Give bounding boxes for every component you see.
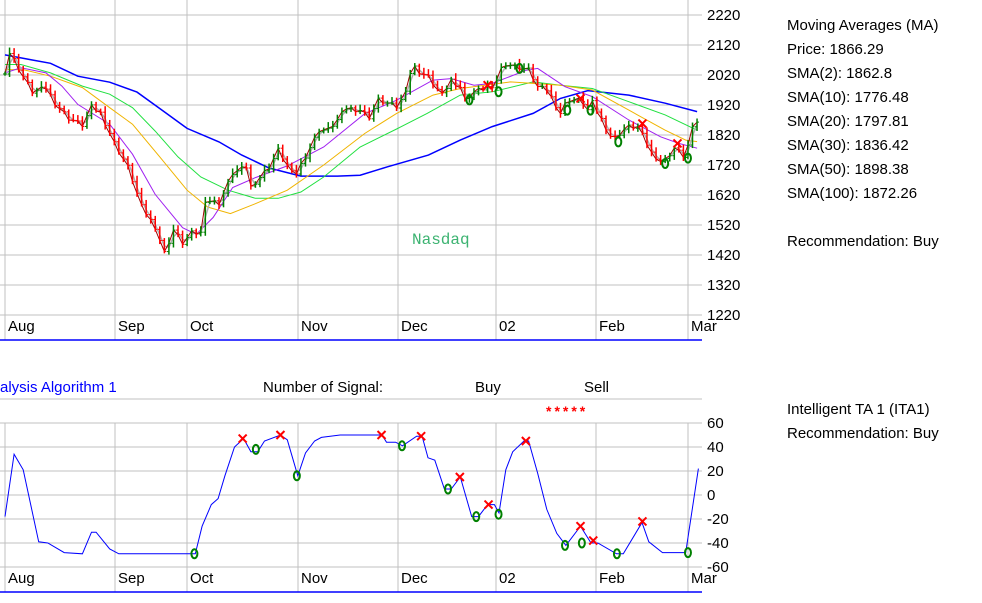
price-tick-1520: 1520 [707,217,741,234]
ita-tick-20: 20 [707,463,724,480]
sell-count-label: Sell [584,379,610,396]
signal-count-label: Number of Signal: [263,379,384,396]
month-label-feb: Feb [599,570,625,587]
price-tick-1720: 1720 [707,157,741,174]
buy-count-label: Buy [475,379,501,396]
month-label-feb: Feb [599,318,625,335]
month-label-oct: Oct [190,570,214,587]
price-tick-2120: 2120 [707,37,741,54]
sell-count-stars: ***** [546,403,589,419]
ita-tick--40: -40 [707,535,729,552]
month-label-sep: Sep [118,570,145,587]
month-label-aug: Aug [8,318,35,335]
month-label-mar: Mar [691,570,717,587]
price-tick-1620: 1620 [707,187,741,204]
price-tick-2220: 2220 [707,7,741,24]
sell-signal-marker [275,430,286,440]
ita-panel-title: Intelligent TA 1 (ITA1) [787,401,930,418]
sma2-line [4,54,698,249]
month-label-02: 02 [499,318,516,335]
watermark-nasdaq: Nasdaq [412,231,470,249]
month-label-nov: Nov [301,570,328,587]
buy-signal-marker [494,86,503,98]
ma-sma10: SMA(10): 1776.48 [787,89,909,106]
algorithm-title: alysis Algorithm 1 [0,379,117,396]
ita-tick--20: -20 [707,511,729,528]
month-label-oct: Oct [190,318,214,335]
month-label-nov: Nov [301,318,328,335]
price-line [4,52,698,253]
ma-panel-title: Moving Averages (MA) [787,17,939,34]
month-label-dec: Dec [401,570,428,587]
ma-sma20: SMA(20): 1797.81 [787,113,909,130]
buy-signal-marker [251,443,260,455]
price-tick-2020: 2020 [707,67,741,84]
ma-sma30: SMA(30): 1836.42 [787,137,909,154]
ma-recommendation: Recommendation: Buy [787,233,939,250]
ma-line-sma50 [4,54,698,177]
price-tick-1420: 1420 [707,247,741,264]
month-label-mar: Mar [691,318,717,335]
price-tick-1820: 1820 [707,127,741,144]
buy-signal-marker [561,539,570,551]
ita-tick-60: 60 [707,415,724,432]
buy-signal-marker [614,136,623,148]
ma-line-sma10 [4,67,698,235]
buy-signal-marker [563,104,572,116]
ita-tick-40: 40 [707,439,724,456]
price-tick-1320: 1320 [707,277,741,294]
month-label-sep: Sep [118,318,145,335]
ita-recommendation: Recommendation: Buy [787,425,939,442]
buy-signal-marker [494,508,503,520]
price-tick-1920: 1920 [707,97,741,114]
ita-tick-0: 0 [707,487,716,504]
ma-price: Price: 1866.29 [787,41,884,58]
sell-signal-marker [237,433,248,444]
month-label-02: 02 [499,570,516,587]
ma-sma50: SMA(50): 1898.38 [787,161,909,178]
ma-sma2: SMA(2): 1862.8 [787,65,893,82]
month-label-aug: Aug [8,570,35,587]
ita-line [4,434,699,555]
sell-signal-marker [575,521,586,531]
ma-sma100: SMA(100): 1872.26 [787,185,918,202]
sell-signal-marker [455,472,465,482]
month-label-dec: Dec [401,318,428,335]
